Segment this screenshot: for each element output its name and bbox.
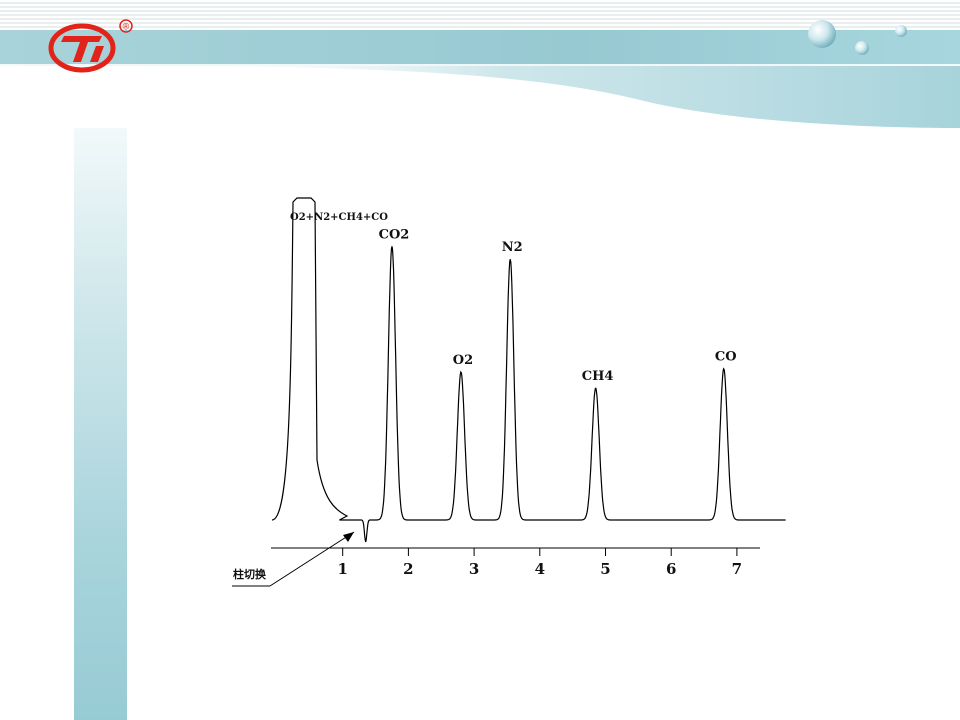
x-tick-label: 4 [535, 560, 545, 578]
peak-label: CO [715, 350, 737, 365]
x-tick-label: 3 [469, 560, 479, 578]
x-tick-label: 6 [666, 560, 676, 578]
column-switch-annotation: 柱切换 [233, 567, 267, 581]
peak-label: N2 [502, 240, 523, 255]
slide: ® 1 2 3 4 5 6 7 O2+N2+CH4+CO CO2 O2 N2 CH4 CO 柱切换 [0, 0, 960, 720]
annotation-arrowhead [343, 532, 354, 542]
peak-label: CO2 [379, 227, 410, 242]
x-tick-label: 2 [403, 560, 413, 578]
peak-label: O2 [453, 353, 473, 368]
peak-label: CH4 [582, 369, 614, 384]
peak-label: O2+N2+CH4+CO [290, 212, 388, 223]
chromatogram-chart: 1 2 3 4 5 6 7 O2+N2+CH4+CO CO2 O2 N2 CH4 CO 柱切换 [232, 197, 786, 587]
x-tick-label: 7 [732, 560, 742, 578]
chromatogram-trace [271, 197, 786, 543]
x-tick-label: 5 [600, 560, 610, 578]
x-tick-label: 1 [337, 560, 347, 578]
